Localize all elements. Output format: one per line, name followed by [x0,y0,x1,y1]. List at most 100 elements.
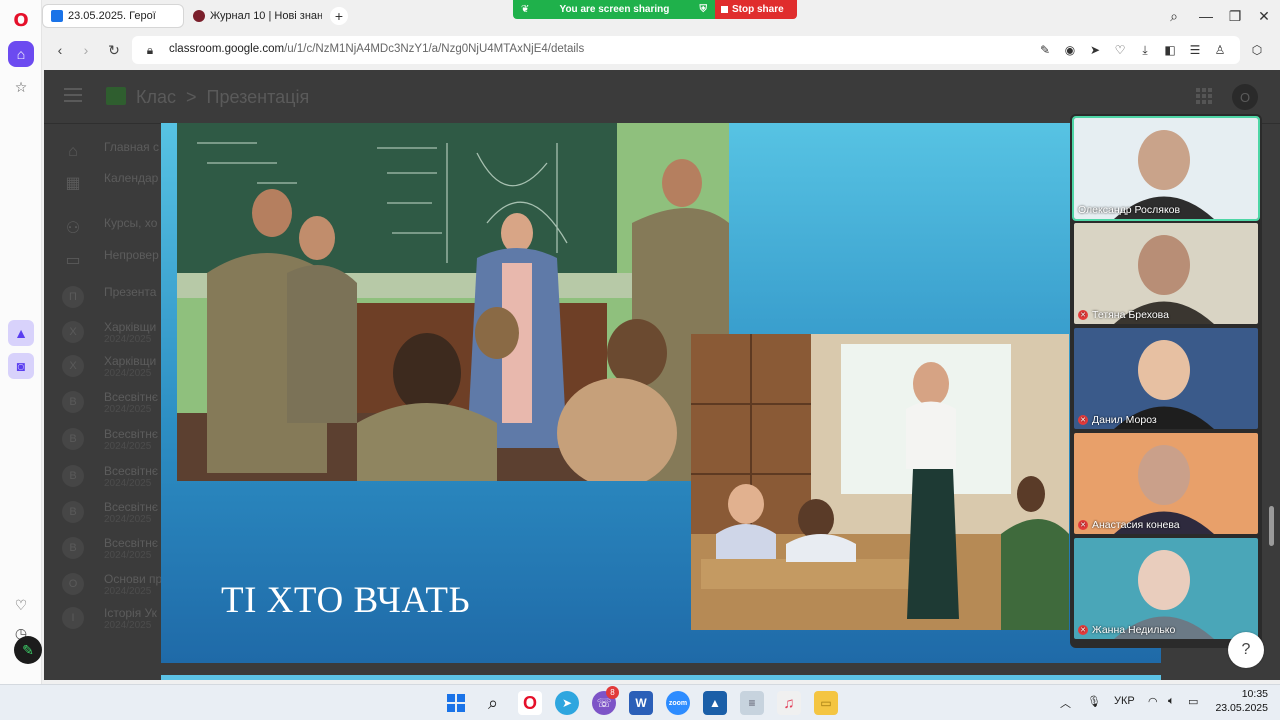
url-text[interactable]: classroom.google.com/u/1/c/NzM1NjA4MDc3N… [169,43,584,55]
breadcrumb-class[interactable]: Клас [136,87,176,108]
sidebar-item[interactable]: ▭ Непровер [44,246,162,274]
course-avatar: B [62,391,84,413]
close-icon[interactable]: ✕ [1254,6,1274,26]
word-icon[interactable]: W [629,691,653,715]
stop-share-button[interactable]: Stop share [715,0,797,19]
slide-title: ТІ ХТО ВЧАТЬ [221,580,471,621]
opera-icon[interactable]: O [518,691,542,715]
home-icon[interactable]: ⌂ [8,41,34,67]
telegram-icon[interactable]: ➤ [555,691,579,715]
course-avatar: I [62,607,84,629]
sidebar-item[interactable]: ▦ Календар [44,169,162,197]
windows-start-icon[interactable] [444,691,468,715]
system-clock[interactable]: 10:35 23.05.2025 [1212,687,1268,715]
mic-muted-icon: ✕ [1078,625,1088,635]
screen-share-bar: ❦ You are screen sharing ⛨ Stop share [513,0,797,19]
shield-icon: ⛨ [699,4,708,15]
back-icon[interactable]: ‹ [50,40,70,60]
participant-name: ✕ Анастасия конева [1078,519,1180,531]
sidebar-item-label: Всесвітнє [104,500,158,514]
edit-page-icon[interactable]: ✎ [1037,42,1053,58]
sidebar-item-subtitle: 2024/2025 [104,368,152,379]
participant-name-label: Олександр Росляков [1078,204,1181,216]
calendar-icon: ▦ [65,175,81,192]
mic-muted-icon: ✕ [1078,520,1088,530]
participant-tile[interactable]: ✕ Жанна Недилько [1074,538,1258,639]
file-explorer-icon[interactable]: ▭ [814,691,838,715]
windows-taskbar: ⌕ O ➤ ☏ W zoom ▲ ≡ ♫ ▭ ︿ 🎙︎ УКР ◠ 🔈︎ ▭ 1… [0,684,1280,720]
wifi-icon[interactable]: ◠ [1148,695,1158,708]
forward-icon[interactable]: › [76,40,96,60]
sidebar-item[interactable]: O Основи пр 2024/2025 [44,570,162,598]
notepad-icon[interactable]: ≡ [740,691,764,715]
lock-icon[interactable]: 🔒︎ [142,42,158,58]
clock-time: 10:35 [1241,688,1268,700]
share-status: ❦ You are screen sharing ⛨ [513,0,715,19]
tab-label: 23.05.2025. Герої [68,10,156,22]
participant-name: ✕ Данил Мороз [1078,414,1157,426]
battery-icon[interactable]: ▭ [1188,695,1198,708]
sidebar-item-label: Харківщи [104,320,157,334]
sidebar-item-label: Главная с [104,140,160,154]
participant-tile[interactable]: Олександр Росляков [1072,116,1260,221]
sidebar-item-label: Харківщи [104,354,157,368]
address-bar[interactable]: 🔒︎ classroom.google.com/u/1/c/NzM1NjA4MD… [132,36,1240,64]
download-icon[interactable]: ⤓ [1137,42,1153,58]
battery-saver-icon[interactable]: ◧ [1162,42,1178,58]
url-domain: classroom.google.com [169,43,285,55]
viber-unread-badge: 8 [606,686,619,699]
camera-icon[interactable]: ◉ [1062,42,1078,58]
participant-tile[interactable]: ✕ Анастасия конева [1074,433,1258,534]
sidebar-app-icon[interactable]: ◙ [8,353,34,379]
sidebar-item[interactable]: B Всесвітнє 2024/2025 [44,498,162,526]
aria-icon[interactable]: ▲ [8,320,34,346]
annotate-pen-icon[interactable]: ✎ [14,636,42,664]
participants-panel: Олександр Росляков ✕ Тетяна Брехова ✕ Данил … [1070,114,1262,648]
sidebar-item[interactable]: B Всесвітнє 2024/2025 [44,388,162,416]
reload-icon[interactable]: ↻ [104,40,124,60]
search-icon[interactable]: ⌕ [481,691,505,715]
help-button[interactable]: ? [1228,632,1264,668]
sidebar-item[interactable]: B Всесвітнє 2024/2025 [44,462,162,490]
star-icon[interactable]: ☆ [8,74,34,100]
opera-logo-icon[interactable]: O [11,10,31,31]
google-apps-icon[interactable] [1196,88,1212,104]
search-tabs-icon[interactable]: ⌕ [1164,6,1184,26]
sidebar-item[interactable]: B Всесвітнє 2024/2025 [44,534,162,562]
classroom-photo-soldiers [177,123,729,481]
extensions-icon[interactable]: ⬡ [1249,42,1265,58]
sidebar-item[interactable]: X Харківщи 2024/2025 [44,352,162,380]
new-tab-button[interactable]: + [330,7,348,25]
itunes-icon[interactable]: ♫ [777,691,801,715]
microphone-icon[interactable]: 🎙︎ [1087,695,1101,708]
sidebar-item[interactable]: I Історія Ук 2024/2025 [44,604,162,632]
paint-icon[interactable]: ▲ [703,691,727,715]
minimize-icon[interactable]: — [1196,6,1216,26]
language-indicator[interactable]: УКР [1114,695,1135,707]
participant-tile[interactable]: ✕ Данил Мороз [1074,328,1258,429]
sidebar-item[interactable]: ⌂ Главная с [44,138,162,166]
easy-setup-icon[interactable]: ☰ [1187,42,1203,58]
sidebar-item-label: Історія Ук [104,606,157,620]
heart-icon[interactable]: ♡ [8,592,34,618]
participant-name-label: Данил Мороз [1092,414,1157,426]
menu-icon[interactable] [64,88,82,102]
restore-icon[interactable]: ❐ [1225,6,1245,26]
send-icon[interactable]: ➤ [1087,42,1103,58]
sidebar-item[interactable]: X Харківщи 2024/2025 [44,318,162,346]
tab-journal[interactable]: Журнал 10 | Нові знання [185,4,330,28]
sidebar-item-label: Всесвітнє [104,390,158,404]
tab-active[interactable]: 23.05.2025. Герої [42,4,184,28]
sidebar-item[interactable]: ⚇ Курсы, хо [44,214,162,242]
sidebar-item[interactable]: П Презента [44,283,162,311]
show-hidden-icons-icon[interactable]: ︿ [1060,695,1071,711]
volume-icon[interactable]: 🔈︎ [1168,695,1175,708]
avatar[interactable]: O [1232,84,1258,110]
participant-name-label: Анастасия конева [1092,519,1180,531]
sidebar-item[interactable]: B Всесвітнє 2024/2025 [44,425,162,453]
scrollbar-thumb[interactable] [1269,506,1274,546]
heart-icon[interactable]: ♡ [1112,42,1128,58]
profile-icon[interactable]: ♙ [1212,42,1228,58]
participant-tile[interactable]: ✕ Тетяна Брехова [1074,223,1258,324]
zoom-icon[interactable]: zoom [666,691,690,715]
